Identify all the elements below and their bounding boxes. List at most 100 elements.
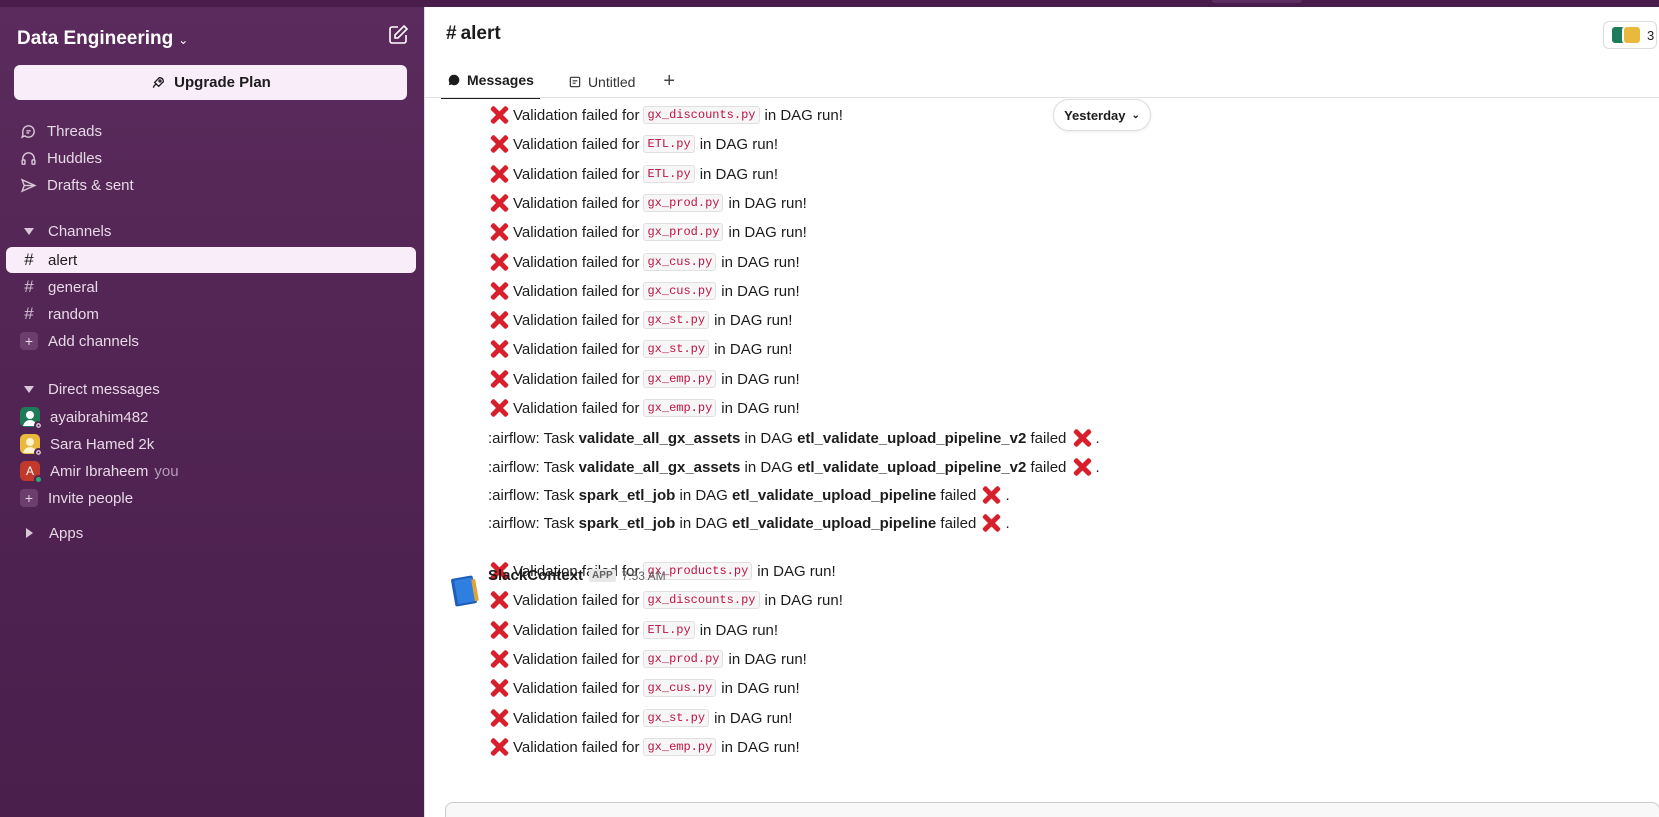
- channel-item-random[interactable]: # random: [6, 301, 416, 327]
- avatar: [1622, 25, 1642, 45]
- apps-section-header[interactable]: Apps: [18, 521, 83, 545]
- message-row[interactable]: Validation failed for ETL.py in DAG run!: [488, 131, 778, 157]
- cross-mark-icon: [488, 677, 510, 699]
- channel-title[interactable]: # alert: [446, 23, 501, 45]
- message-row[interactable]: Validation failed for ETL.py in DAG run!: [488, 161, 778, 187]
- message-row[interactable]: :airflow: Task spark_etl_job in DAG etl_…: [488, 510, 1010, 536]
- dm-item-ayaibrahim482[interactable]: ayaibrahim482: [6, 404, 416, 430]
- message-text: in DAG run!: [721, 282, 800, 300]
- message-text: Validation failed for: [513, 370, 640, 388]
- message-text: Validation failed for: [513, 253, 640, 271]
- message-text: Validation failed for: [513, 165, 640, 183]
- message-text: in DAG: [679, 486, 728, 504]
- message-row[interactable]: :airflow: Task validate_all_gx_assets in…: [488, 454, 1100, 480]
- message-text: Validation failed for: [513, 591, 640, 609]
- presence-away-icon: [34, 421, 43, 430]
- invite-people-button[interactable]: + Invite people: [6, 485, 416, 511]
- message-text: in DAG run!: [757, 562, 836, 580]
- add-tab-button[interactable]: +: [663, 70, 675, 99]
- file-code: ETL.py: [643, 621, 695, 639]
- caret-down-icon: [24, 385, 34, 393]
- file-code: gx_cus.py: [643, 253, 717, 271]
- tab-messages-label: Messages: [467, 72, 534, 88]
- rocket-icon: [152, 76, 165, 88]
- message-row[interactable]: Validation failed for gx_discounts.py in D…: [488, 102, 843, 128]
- message-row[interactable]: Validation failed for gx_st.py in DAG run!: [488, 705, 792, 731]
- cross-mark-icon: [488, 648, 510, 670]
- message-text: in DAG run!: [764, 591, 843, 609]
- file-code: gx_discounts.py: [643, 591, 760, 609]
- message-text: Validation failed for: [513, 340, 640, 358]
- dm-item-amir-ibraheem[interactable]: A Amir Ibraheem you: [6, 458, 416, 484]
- cross-mark-icon: [488, 368, 510, 390]
- cross-mark-icon: [488, 133, 510, 155]
- message-row[interactable]: Validation failed for gx_prod.py in DAG ru…: [488, 646, 807, 672]
- timestamp[interactable]: 7:53 AM: [622, 569, 666, 583]
- upgrade-plan-button[interactable]: Upgrade Plan: [14, 65, 407, 100]
- dag-name: etl_validate_upload_pipeline_v2: [797, 429, 1027, 447]
- window-top-bar: [0, 0, 1659, 7]
- nav-threads[interactable]: Threads: [18, 118, 102, 144]
- message-text: .: [1095, 429, 1100, 447]
- channels-section-header[interactable]: Channels: [18, 219, 111, 243]
- tab-untitled[interactable]: Untitled: [562, 74, 641, 99]
- message-composer[interactable]: [445, 802, 1659, 817]
- message-text: Validation failed for: [513, 621, 640, 639]
- message-text: :airflow: Task: [488, 458, 575, 476]
- message-row[interactable]: Validation failed for gx_st.py in DAG run!: [488, 307, 792, 333]
- message-row[interactable]: Validation failed for gx_emp.py in DAG run…: [488, 366, 800, 392]
- caret-down-icon: [24, 227, 34, 235]
- message-text: Validation failed for: [513, 282, 640, 300]
- channel-item-alert[interactable]: # alert: [6, 247, 416, 273]
- notebook-app-icon[interactable]: [447, 573, 483, 609]
- avatar: A: [20, 461, 43, 484]
- message-row[interactable]: Validation failed for ETL.py in DAG run!: [488, 617, 778, 643]
- sender-name[interactable]: SlackContext: [488, 567, 583, 584]
- workspace-switcher[interactable]: Data Engineering ⌄: [17, 21, 188, 57]
- presence-away-icon: [34, 448, 43, 457]
- message-row[interactable]: Validation failed for gx_st.py in DAG run!: [488, 336, 792, 362]
- message-row[interactable]: Validation failed for gx_cus.py in DAG run…: [488, 675, 800, 701]
- add-channels-button[interactable]: + Add channels: [6, 328, 416, 354]
- nav-huddles-label: Huddles: [47, 149, 103, 167]
- message-row[interactable]: Validation failed for gx_prod.py in DAG ru…: [488, 190, 807, 216]
- channel-item-general[interactable]: # general: [6, 274, 416, 300]
- dm-section-header[interactable]: Direct messages: [18, 377, 160, 401]
- message-text: in DAG run!: [721, 399, 800, 417]
- tab-messages[interactable]: Messages: [441, 72, 540, 99]
- channels-section-label: Channels: [48, 222, 112, 240]
- message-row[interactable]: Validation failed for gx_cus.py in DAG run…: [488, 278, 800, 304]
- compose-icon[interactable]: [386, 23, 410, 47]
- message-row[interactable]: :airflow: Task validate_all_gx_assets in…: [488, 425, 1100, 451]
- cross-mark-icon: [488, 707, 510, 729]
- cross-mark-icon: [488, 589, 510, 611]
- file-code: gx_cus.py: [643, 282, 717, 300]
- message-row[interactable]: Validation failed for gx_emp.py in DAG run…: [488, 395, 800, 421]
- message-text: Validation failed for: [513, 194, 640, 212]
- message-text: .: [1005, 514, 1010, 532]
- message-row[interactable]: :airflow: Task spark_etl_job in DAG etl_…: [488, 482, 1010, 508]
- message-text: Validation failed for: [513, 223, 640, 241]
- message-text: in DAG: [744, 458, 793, 476]
- nav-drafts-label: Drafts & sent: [47, 176, 134, 194]
- message-text: in DAG: [679, 514, 728, 532]
- search-bar-edge[interactable]: [1212, 0, 1302, 3]
- members-button[interactable]: 3: [1603, 21, 1657, 49]
- message-row[interactable]: Validation failed for gx_emp.py in DAG run…: [488, 734, 800, 760]
- dag-name: etl_validate_upload_pipeline: [732, 514, 937, 532]
- message-text: in DAG run!: [721, 253, 800, 271]
- dm-item-sara-hamed[interactable]: Sara Hamed 2k: [6, 431, 416, 457]
- message-text: in DAG: [744, 429, 793, 447]
- hash-icon: #: [24, 304, 34, 323]
- plus-icon: +: [20, 332, 38, 350]
- dm-section-label: Direct messages: [48, 380, 160, 398]
- message-row[interactable]: Validation failed for gx_discounts.py in D…: [488, 587, 843, 613]
- message-row[interactable]: Validation failed for gx_cus.py in DAG run…: [488, 249, 800, 275]
- message-row[interactable]: Validation failed for gx_prod.py in DAG ru…: [488, 219, 807, 245]
- task-name: spark_etl_job: [578, 486, 676, 504]
- nav-drafts-sent[interactable]: Drafts & sent: [18, 172, 134, 198]
- date-divider-button[interactable]: Yesterday ⌄: [1053, 99, 1151, 131]
- message-text: Validation failed for: [513, 738, 640, 756]
- hash-icon: #: [24, 277, 34, 296]
- nav-huddles[interactable]: Huddles: [18, 145, 102, 171]
